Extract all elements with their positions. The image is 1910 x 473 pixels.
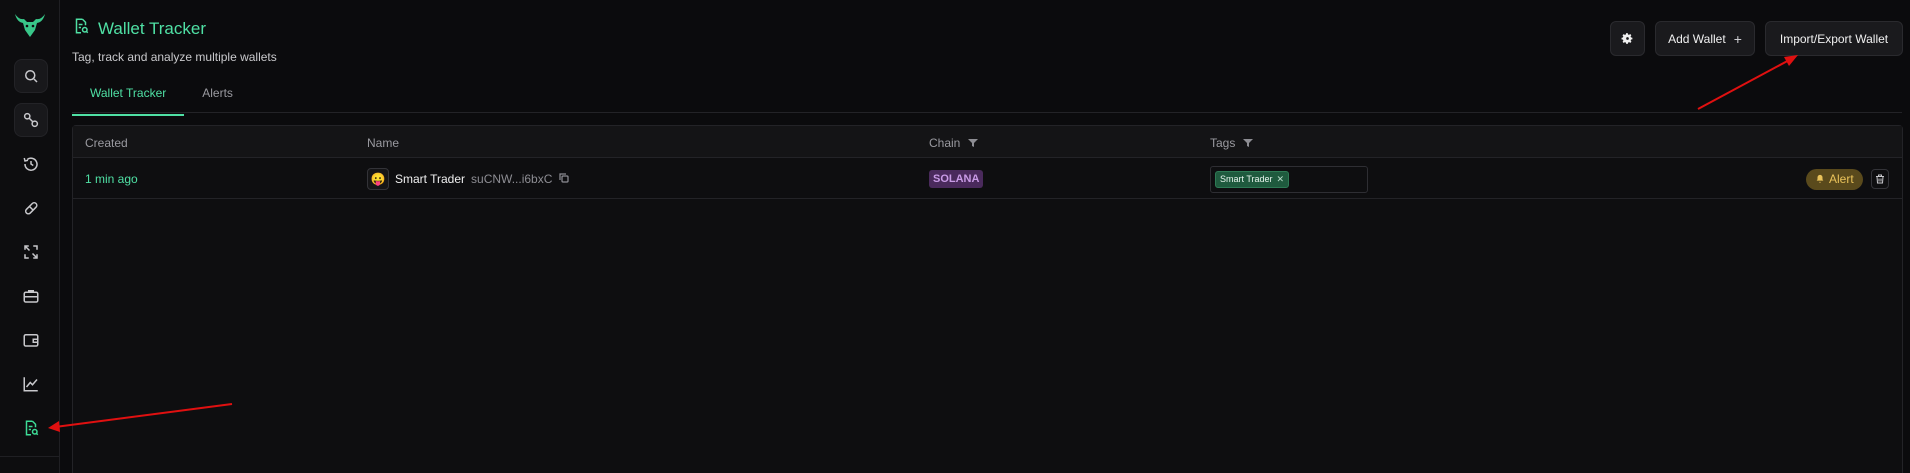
bell-icon: [1816, 174, 1824, 183]
alert-label: Alert: [1829, 172, 1854, 186]
wallet-name[interactable]: Smart Trader: [395, 172, 465, 186]
page-header: Wallet Tracker: [72, 17, 206, 40]
swap-icon: [24, 245, 38, 259]
briefcase-icon: [23, 290, 39, 303]
column-chain[interactable]: Chain: [929, 136, 979, 150]
row-created: 1 min ago: [85, 172, 138, 186]
wallet-emoji-avatar[interactable]: 😛: [367, 168, 389, 190]
annotation-arrow-import: [1697, 55, 1798, 110]
tag-chip: Smart Trader ✕: [1215, 170, 1290, 188]
wallet-address[interactable]: suCNW...i6bxC: [471, 172, 552, 186]
sidebar-link-button[interactable]: [14, 103, 48, 137]
row-name: 😛 Smart Trader suCNW...i6bxC: [367, 159, 570, 199]
tab-wallet-tracker[interactable]: Wallet Tracker: [72, 82, 185, 116]
wallet-tracker-icon: [25, 420, 39, 436]
table-row[interactable]: 1 min ago 😛 Smart Trader suCNW...i6bxC S…: [73, 159, 1902, 199]
add-wallet-label: Add Wallet: [1668, 31, 1726, 46]
sidebar-pill-button[interactable]: [14, 191, 48, 225]
tags-input[interactable]: Smart Trader ✕: [1210, 165, 1368, 193]
sidebar-briefcase-button[interactable]: [14, 279, 48, 313]
row-actions: Alert: [1806, 159, 1889, 199]
column-created[interactable]: Created: [85, 136, 128, 150]
filter-icon[interactable]: [968, 138, 979, 148]
wallet-table: Created Name Chain Tags 1 min ago 😛 Smar…: [72, 125, 1903, 473]
page-subtitle: Tag, track and analyze multiple wallets: [72, 50, 277, 64]
row-chain: SOLANA: [929, 159, 984, 199]
column-tags-label: Tags: [1210, 136, 1236, 150]
plus-icon: +: [1733, 30, 1742, 47]
page-title: Wallet Tracker: [98, 18, 207, 38]
history-icon: [23, 157, 38, 171]
pill-icon: [24, 201, 38, 215]
chart-icon: [23, 377, 38, 392]
bull-logo[interactable]: [13, 10, 47, 40]
sidebar-divider: [0, 456, 60, 457]
table-header: Created Name Chain Tags: [73, 126, 1902, 158]
remove-tag-icon[interactable]: ✕: [1277, 174, 1285, 185]
column-name-label: Name: [367, 136, 400, 150]
delete-button[interactable]: [1870, 169, 1889, 189]
copy-icon[interactable]: [558, 172, 570, 187]
sidebar-search-button[interactable]: [14, 59, 48, 93]
filter-icon[interactable]: [1243, 138, 1254, 148]
alert-button[interactable]: Alert: [1806, 168, 1863, 190]
sidebar-chart-button[interactable]: [14, 367, 48, 401]
search-icon: [25, 70, 38, 83]
sidebar-wallet-button[interactable]: [14, 323, 48, 357]
app-root: Wallet Tracker Tag, track and analyze mu…: [0, 0, 1910, 473]
import-export-wallet-button[interactable]: Import/Export Wallet: [1765, 21, 1903, 56]
trash-icon: [1875, 174, 1884, 184]
sidebar: [0, 0, 60, 473]
import-export-label: Import/Export Wallet: [1779, 31, 1889, 46]
settings-button[interactable]: [1610, 21, 1645, 56]
tag-label: Smart Trader: [1220, 174, 1273, 184]
wallet-tracker-title-icon: [72, 17, 90, 40]
link-icon: [23, 112, 39, 128]
row-tags: Smart Trader ✕: [1210, 159, 1368, 199]
wallet-icon: [23, 334, 39, 347]
sidebar-swap-button[interactable]: [14, 235, 48, 269]
sidebar-wallet-tracker-button[interactable]: [14, 411, 48, 445]
column-created-label: Created: [85, 136, 128, 150]
gear-icon: [1621, 33, 1633, 44]
tab-alerts[interactable]: Alerts: [184, 82, 251, 116]
chain-badge: SOLANA: [929, 170, 984, 188]
add-wallet-button[interactable]: Add Wallet +: [1655, 21, 1755, 56]
column-tags[interactable]: Tags: [1210, 136, 1254, 150]
column-chain-label: Chain: [929, 136, 961, 150]
sidebar-history-button[interactable]: [14, 147, 48, 181]
tabs-divider: [72, 112, 1902, 113]
column-name[interactable]: Name: [367, 136, 399, 150]
tab-bar: Wallet Tracker Alerts: [72, 82, 251, 116]
